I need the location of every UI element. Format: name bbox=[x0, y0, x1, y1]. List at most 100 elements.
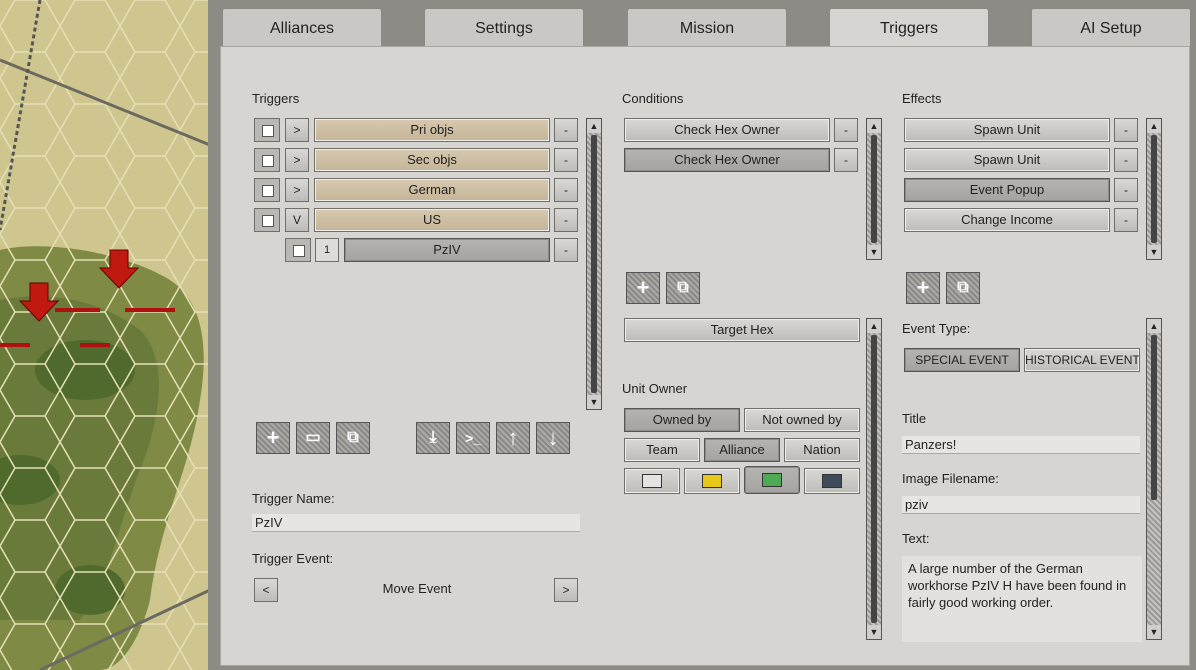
image-filename-input[interactable]: pziv bbox=[902, 496, 1140, 514]
copy-condition-icon[interactable]: ⧉ bbox=[666, 272, 700, 304]
trigger-remove-button[interactable]: - bbox=[554, 238, 578, 262]
scroll-thumb[interactable] bbox=[591, 135, 597, 393]
move-up-icon[interactable]: ↑ bbox=[496, 422, 530, 454]
color-button-white[interactable] bbox=[624, 468, 680, 494]
scroll-thumb[interactable] bbox=[871, 335, 877, 623]
team-button[interactable]: Team bbox=[624, 438, 700, 462]
condition-remove-button[interactable]: - bbox=[834, 148, 858, 172]
text-input[interactable]: A large number of the German workhorse P… bbox=[902, 556, 1142, 642]
historical-event-button[interactable]: HISTORICAL EVENT bbox=[1024, 348, 1140, 372]
trigger-checkbox[interactable] bbox=[254, 118, 280, 142]
trigger-expand-button[interactable]: > bbox=[285, 178, 309, 202]
copy-effect-icon[interactable]: ⧉ bbox=[946, 272, 980, 304]
condition-item[interactable]: Check Hex Owner bbox=[624, 148, 830, 172]
trigger-expand-button[interactable]: > bbox=[285, 118, 309, 142]
title-input[interactable]: Panzers! bbox=[902, 436, 1140, 454]
effect-item[interactable]: Spawn Unit bbox=[904, 148, 1110, 172]
tab-alliances[interactable]: Alliances bbox=[222, 8, 382, 46]
condition-params-scrollbar[interactable]: ▲ ▼ bbox=[866, 318, 882, 640]
trigger-item-german[interactable]: German bbox=[314, 178, 550, 202]
trigger-item-sec-objs[interactable]: Sec objs bbox=[314, 148, 550, 172]
event-type-label: Event Type: bbox=[902, 321, 971, 336]
nation-button[interactable]: Nation bbox=[784, 438, 860, 462]
condition-item[interactable]: Check Hex Owner bbox=[624, 118, 830, 142]
map-terrain bbox=[0, 0, 210, 670]
effect-remove-button[interactable]: - bbox=[1114, 148, 1138, 172]
trigger-item-pziv[interactable]: PzIV bbox=[344, 238, 550, 262]
trigger-checkbox[interactable] bbox=[254, 208, 280, 232]
scroll-thumb[interactable] bbox=[871, 135, 877, 243]
color-button-green[interactable] bbox=[744, 466, 800, 494]
scroll-down-icon[interactable]: ▼ bbox=[867, 245, 881, 259]
text-label: Text: bbox=[902, 531, 930, 546]
trigger-event-label: Trigger Event: bbox=[252, 551, 334, 566]
scroll-thumb[interactable] bbox=[1151, 135, 1157, 243]
scroll-up-icon[interactable]: ▲ bbox=[587, 119, 601, 133]
special-event-button[interactable]: SPECIAL EVENT bbox=[904, 348, 1020, 372]
scroll-thumb[interactable] bbox=[1151, 335, 1157, 500]
target-hex-button[interactable]: Target Hex bbox=[624, 318, 860, 342]
effect-item[interactable]: Event Popup bbox=[904, 178, 1110, 202]
effects-scrollbar[interactable]: ▲ ▼ bbox=[1146, 118, 1162, 260]
trigger-checkbox[interactable] bbox=[285, 238, 311, 262]
color-swatch bbox=[702, 474, 722, 488]
trigger-item-pri-objs[interactable]: Pri objs bbox=[314, 118, 550, 142]
image-filename-label: Image Filename: bbox=[902, 471, 999, 486]
trigger-remove-button[interactable]: - bbox=[554, 118, 578, 142]
tab-settings[interactable]: Settings bbox=[424, 8, 584, 46]
copy-icon[interactable]: ⧉ bbox=[336, 422, 370, 454]
effect-item[interactable]: Change Income bbox=[904, 208, 1110, 232]
add-effect-icon[interactable]: + bbox=[906, 272, 940, 304]
scroll-up-icon[interactable]: ▲ bbox=[1147, 319, 1161, 333]
effect-item[interactable]: Spawn Unit bbox=[904, 118, 1110, 142]
effect-remove-button[interactable]: - bbox=[1114, 118, 1138, 142]
scroll-down-icon[interactable]: ▼ bbox=[1147, 625, 1161, 639]
triggers-label: Triggers bbox=[252, 91, 300, 106]
folder-icon[interactable]: ▭ bbox=[296, 422, 330, 454]
next-event-button[interactable]: > bbox=[554, 578, 578, 602]
trigger-event-value: Move Event bbox=[382, 581, 452, 596]
conditions-label: Conditions bbox=[622, 91, 684, 106]
scroll-down-icon[interactable]: ▼ bbox=[587, 395, 601, 409]
unit-owner-label: Unit Owner bbox=[622, 381, 688, 396]
trigger-child-index: 1 bbox=[315, 238, 339, 262]
effect-remove-button[interactable]: - bbox=[1114, 178, 1138, 202]
condition-remove-button[interactable]: - bbox=[834, 118, 858, 142]
scroll-down-icon[interactable]: ▼ bbox=[1147, 245, 1161, 259]
trigger-checkbox[interactable] bbox=[254, 148, 280, 172]
add-icon[interactable]: + bbox=[256, 422, 290, 454]
map-view[interactable] bbox=[0, 0, 210, 670]
scroll-down-icon[interactable]: ▼ bbox=[867, 625, 881, 639]
tab-mission[interactable]: Mission bbox=[627, 8, 787, 46]
move-down-icon[interactable]: ↓ bbox=[536, 422, 570, 454]
conditions-scrollbar[interactable]: ▲ ▼ bbox=[866, 118, 882, 260]
tab-triggers[interactable]: Triggers bbox=[829, 8, 989, 48]
trigger-remove-button[interactable]: - bbox=[554, 178, 578, 202]
trigger-remove-button[interactable]: - bbox=[554, 148, 578, 172]
import-icon[interactable]: ⤓ bbox=[416, 422, 450, 454]
trigger-expand-button[interactable]: V bbox=[285, 208, 309, 232]
color-button-navy[interactable] bbox=[804, 468, 860, 494]
not-owned-by-button[interactable]: Not owned by bbox=[744, 408, 860, 432]
scroll-up-icon[interactable]: ▲ bbox=[867, 319, 881, 333]
triggers-scrollbar[interactable]: ▲ ▼ bbox=[586, 118, 602, 410]
scroll-up-icon[interactable]: ▲ bbox=[1147, 119, 1161, 133]
add-condition-icon[interactable]: + bbox=[626, 272, 660, 304]
color-swatch bbox=[822, 474, 842, 488]
alliance-button[interactable]: Alliance bbox=[704, 438, 780, 462]
tab-ai-setup[interactable]: AI Setup bbox=[1031, 8, 1191, 46]
console-icon[interactable]: >_ bbox=[456, 422, 490, 454]
trigger-item-us[interactable]: US bbox=[314, 208, 550, 232]
trigger-checkbox[interactable] bbox=[254, 178, 280, 202]
effect-remove-button[interactable]: - bbox=[1114, 208, 1138, 232]
effect-params-scrollbar[interactable]: ▲ ▼ bbox=[1146, 318, 1162, 640]
scroll-up-icon[interactable]: ▲ bbox=[867, 119, 881, 133]
trigger-remove-button[interactable]: - bbox=[554, 208, 578, 232]
trigger-expand-button[interactable]: > bbox=[285, 148, 309, 172]
trigger-name-input[interactable]: PzIV bbox=[252, 514, 580, 532]
color-swatch bbox=[762, 473, 782, 487]
effects-label: Effects bbox=[902, 91, 942, 106]
prev-event-button[interactable]: < bbox=[254, 578, 278, 602]
color-button-yellow[interactable] bbox=[684, 468, 740, 494]
owned-by-button[interactable]: Owned by bbox=[624, 408, 740, 432]
